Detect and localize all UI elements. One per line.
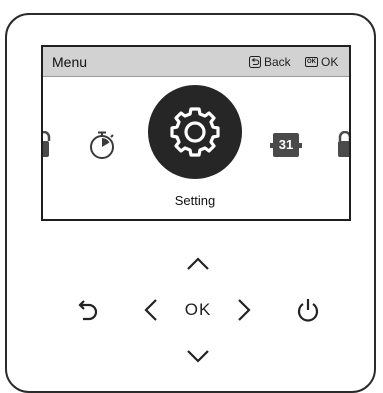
chevron-left-icon: [144, 299, 157, 321]
power-button[interactable]: [294, 295, 322, 325]
ok-key-icon: OK: [305, 57, 318, 67]
chevron-down-icon: [187, 350, 209, 363]
right-button[interactable]: [233, 296, 255, 324]
menu-title: Menu: [52, 54, 88, 70]
power-icon: [297, 299, 319, 322]
back-button[interactable]: [75, 296, 101, 324]
back-hint-label: Back: [264, 55, 291, 69]
calendar-icon: 31: [270, 133, 302, 157]
ok-hint: OK OK: [305, 55, 338, 69]
selected-item-label: Setting: [174, 193, 216, 208]
back-hint: Back: [249, 55, 291, 69]
setting-selected-circle[interactable]: [148, 85, 242, 179]
left-button[interactable]: [140, 296, 162, 324]
ok-button-label: OK: [184, 300, 212, 319]
lcd-screen: Menu Back OK OK Setting 31: [41, 45, 351, 221]
chevron-right-icon: [238, 299, 251, 321]
timer-icon: [90, 131, 114, 159]
ok-button[interactable]: OK: [178, 296, 218, 324]
ok-hint-label: OK: [321, 55, 339, 69]
up-button[interactable]: [183, 252, 213, 276]
back-icon: [249, 56, 261, 68]
lock-icon-left: [43, 131, 51, 157]
chevron-up-icon: [187, 257, 209, 270]
gear-icon: [170, 107, 220, 157]
down-button[interactable]: [183, 344, 213, 368]
lock-icon-right: [338, 131, 349, 157]
screen-header: Menu Back OK OK: [43, 47, 349, 77]
back-arrow-icon: [78, 300, 98, 321]
